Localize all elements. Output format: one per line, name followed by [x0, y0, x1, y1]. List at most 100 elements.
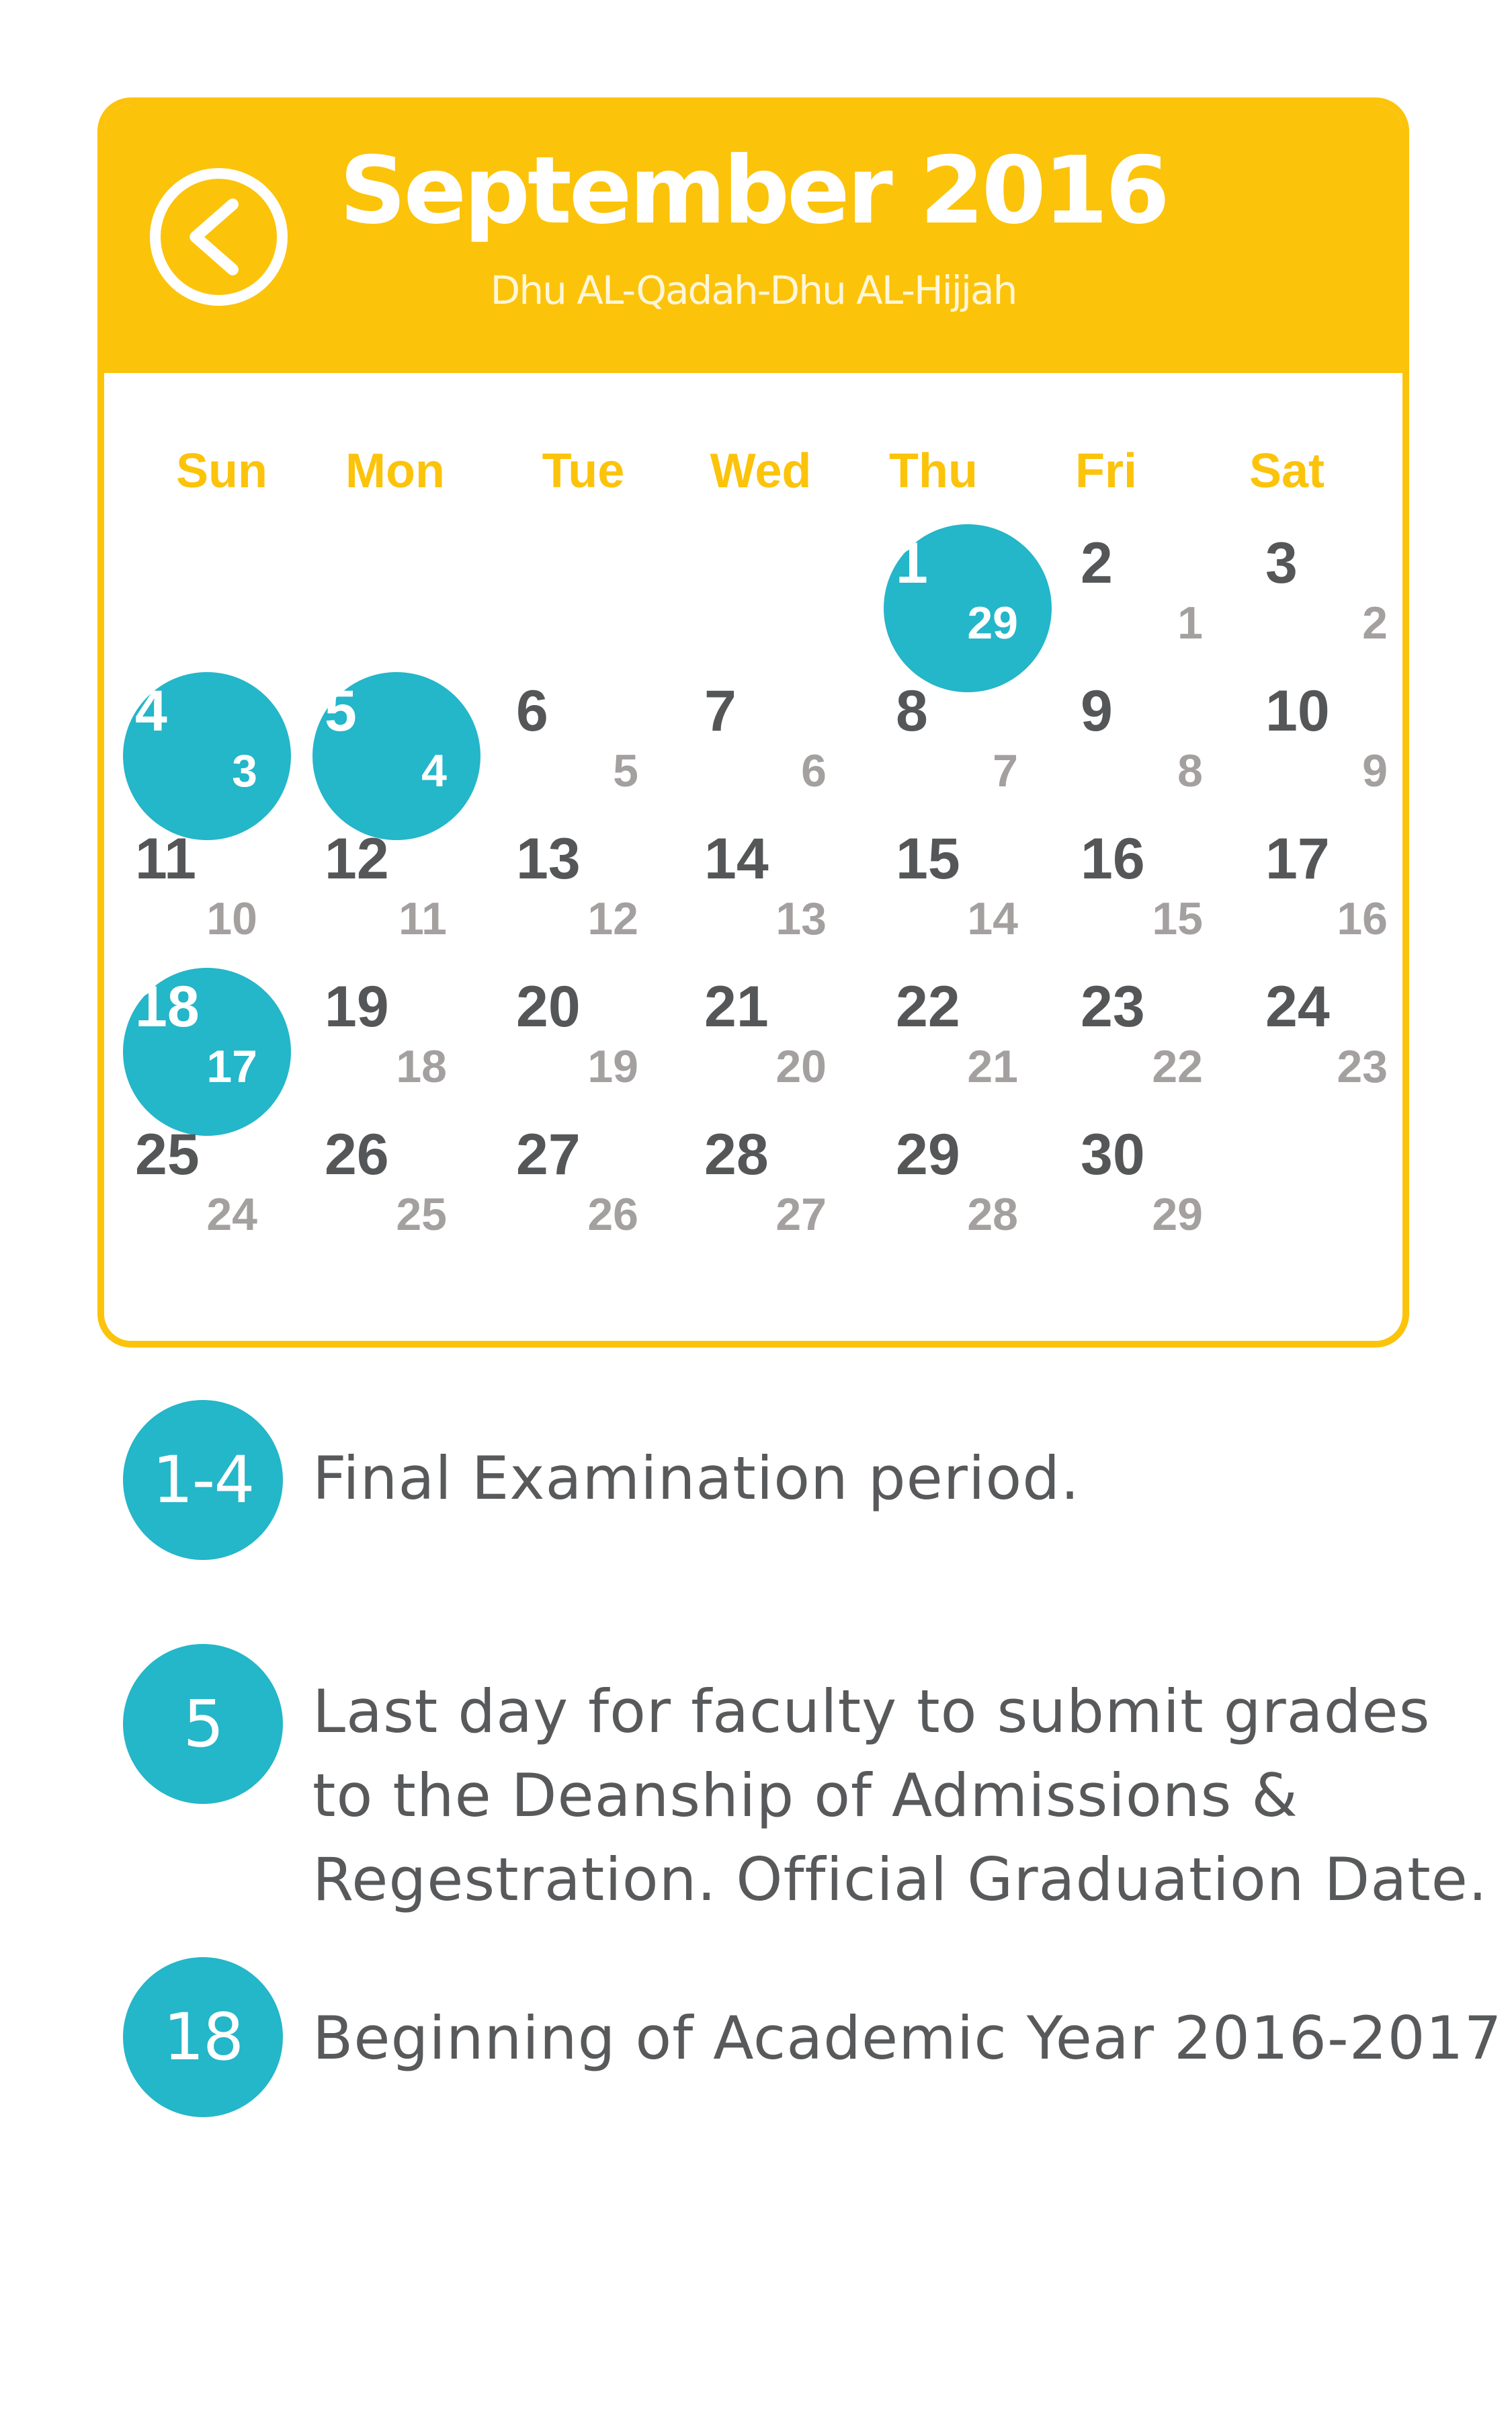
hijri-day-number: 10 [206, 893, 257, 944]
calendar-card: September 2016 Dhu AL-Qadah-Dhu AL-Hijja… [97, 97, 1409, 1348]
gregorian-day-number: 26 [325, 1122, 389, 1187]
hijri-day-number: 4 [421, 745, 447, 796]
event-description: Last day for faculty to submit grades to… [312, 1669, 1512, 1922]
hijri-day-number: 5 [613, 745, 638, 796]
gregorian-day-number: 3 [1265, 531, 1298, 595]
gregorian-day-number: 12 [325, 827, 389, 891]
hijri-day-number: 17 [206, 1041, 257, 1092]
gregorian-day-number: 30 [1081, 1122, 1145, 1187]
gregorian-day-number: 16 [1081, 827, 1145, 891]
hijri-day-number: 19 [587, 1041, 638, 1092]
gregorian-day-number: 6 [516, 679, 548, 743]
calendar-day[interactable]: 24 23 [1253, 975, 1402, 1126]
event-description-line: to the Deanship of Admissions & [312, 1761, 1298, 1830]
gregorian-day-number: 17 [1265, 827, 1330, 891]
event-badge: 1-4 [123, 1400, 283, 1560]
hijri-day-number: 3 [232, 745, 257, 796]
event-badge: 5 [123, 1644, 283, 1804]
hijri-day-number: 15 [1152, 893, 1203, 944]
calendar-day[interactable]: 21 [1068, 534, 1243, 682]
hijri-day-number: 1 [1177, 597, 1203, 649]
calendar-day[interactable]: 23 22 [1068, 978, 1243, 1126]
gregorian-day-number: 18 [135, 975, 200, 1039]
gregorian-day-number: 15 [896, 827, 960, 891]
gregorian-day-number: 11 [135, 827, 196, 891]
calendar-day[interactable]: 27 26 [504, 1126, 679, 1274]
hijri-day-number: 18 [396, 1041, 447, 1092]
calendar-day[interactable]: 11 10 [123, 830, 298, 978]
gregorian-day-number: 14 [704, 827, 769, 891]
hijri-day-number: 24 [206, 1189, 257, 1240]
gregorian-day-number: 19 [325, 975, 389, 1039]
hijri-day-number: 25 [396, 1189, 447, 1240]
hijri-day-number: 29 [1152, 1189, 1203, 1240]
gregorian-day-number: 9 [1081, 679, 1113, 743]
hijri-day-number: 11 [398, 893, 447, 944]
event-item: 5 Last day for faculty to submit grades … [123, 1644, 1501, 1926]
hijri-day-number: 20 [775, 1041, 827, 1092]
gregorian-day-number: 28 [704, 1122, 769, 1187]
calendar-day[interactable]: 87 [884, 682, 1058, 830]
gregorian-day-number: 7 [704, 679, 737, 743]
calendar-day[interactable]: 32 [1253, 531, 1402, 682]
gregorian-day-number: 23 [1081, 975, 1145, 1039]
gregorian-day-number: 21 [704, 975, 769, 1039]
hijri-day-number: 12 [587, 893, 638, 944]
event-description: Beginning of Academic Year 2016-2017 [312, 1996, 1512, 2080]
calendar-day[interactable]: 16 15 [1068, 830, 1243, 978]
hijri-day-number: 16 [1337, 893, 1388, 944]
event-item: 18 Beginning of Academic Year 2016-2017 [123, 1957, 1502, 2118]
event-description: Final Examination period. [312, 1436, 1512, 1520]
calendar-day[interactable]: 15 14 [884, 830, 1058, 978]
calendar-day[interactable]: 76 [692, 682, 867, 830]
hijri-day-number: 27 [775, 1189, 827, 1240]
calendar-day[interactable]: 12 11 [312, 830, 487, 978]
event-description-line: Last day for faculty to submit grades [312, 1677, 1431, 1746]
calendar-grid: 1 29 2 1 3 2 4 3 5 4 6 5 7 6 8 7 9 8 10 9 11 10 12 11 13 12 14 13 15… [104, 104, 1402, 1341]
hijri-day-number: 13 [775, 893, 827, 944]
calendar-day[interactable]: 65 [504, 682, 679, 830]
event-description-line: Beginning of Academic Year 2016-2017 [312, 2004, 1503, 2073]
calendar-day[interactable]: 25 24 [123, 1126, 298, 1274]
calendar-day[interactable]: 26 25 [312, 1126, 487, 1274]
calendar-day[interactable]: 54 [312, 672, 487, 840]
hijri-day-number: 6 [801, 745, 827, 796]
gregorian-day-number: 25 [135, 1122, 200, 1187]
hijri-day-number: 22 [1152, 1041, 1203, 1092]
gregorian-day-number: 13 [516, 827, 581, 891]
gregorian-day-number: 8 [896, 679, 928, 743]
calendar-day[interactable]: 21 20 [692, 978, 867, 1126]
calendar-day[interactable]: 43 [123, 672, 298, 840]
event-description-line: Regestration. Official Graduation Date. [312, 1845, 1488, 1914]
calendar-day[interactable]: 22 21 [884, 978, 1058, 1126]
calendar-day[interactable]: 20 19 [504, 978, 679, 1126]
calendar-day[interactable]: 14 13 [692, 830, 867, 978]
gregorian-day-number: 27 [516, 1122, 581, 1187]
event-badge: 18 [123, 1957, 283, 2117]
calendar-day[interactable]: 30 29 [1068, 1126, 1243, 1274]
hijri-day-number: 9 [1362, 745, 1388, 796]
event-description-line: Final Examination period. [312, 1444, 1081, 1513]
calendar-day[interactable]: 1 29 [884, 524, 1058, 692]
gregorian-day-number: 10 [1265, 679, 1330, 743]
calendar-day[interactable]: 29 28 [884, 1126, 1058, 1274]
calendar-day[interactable]: 18 17 [123, 968, 298, 1136]
calendar-day[interactable]: 17 16 [1253, 827, 1402, 978]
hijri-day-number: 29 [967, 597, 1018, 649]
hijri-day-number: 2 [1362, 597, 1388, 649]
hijri-day-number: 14 [967, 893, 1018, 944]
calendar-day[interactable]: 13 12 [504, 830, 679, 978]
calendar-day[interactable]: 28 27 [692, 1126, 867, 1274]
gregorian-day-number: 1 [896, 531, 928, 595]
hijri-day-number: 23 [1337, 1041, 1388, 1092]
calendar-day[interactable]: 98 [1068, 682, 1243, 830]
hijri-day-number: 7 [993, 745, 1018, 796]
calendar-day[interactable]: 10 9 [1253, 679, 1402, 830]
hijri-day-number: 26 [587, 1189, 638, 1240]
hijri-day-number: 8 [1177, 745, 1203, 796]
hijri-day-number: 28 [967, 1189, 1018, 1240]
gregorian-day-number: 4 [135, 679, 167, 743]
calendar-day[interactable]: 19 18 [312, 978, 487, 1126]
gregorian-day-number: 24 [1265, 975, 1330, 1039]
gregorian-day-number: 22 [896, 975, 960, 1039]
